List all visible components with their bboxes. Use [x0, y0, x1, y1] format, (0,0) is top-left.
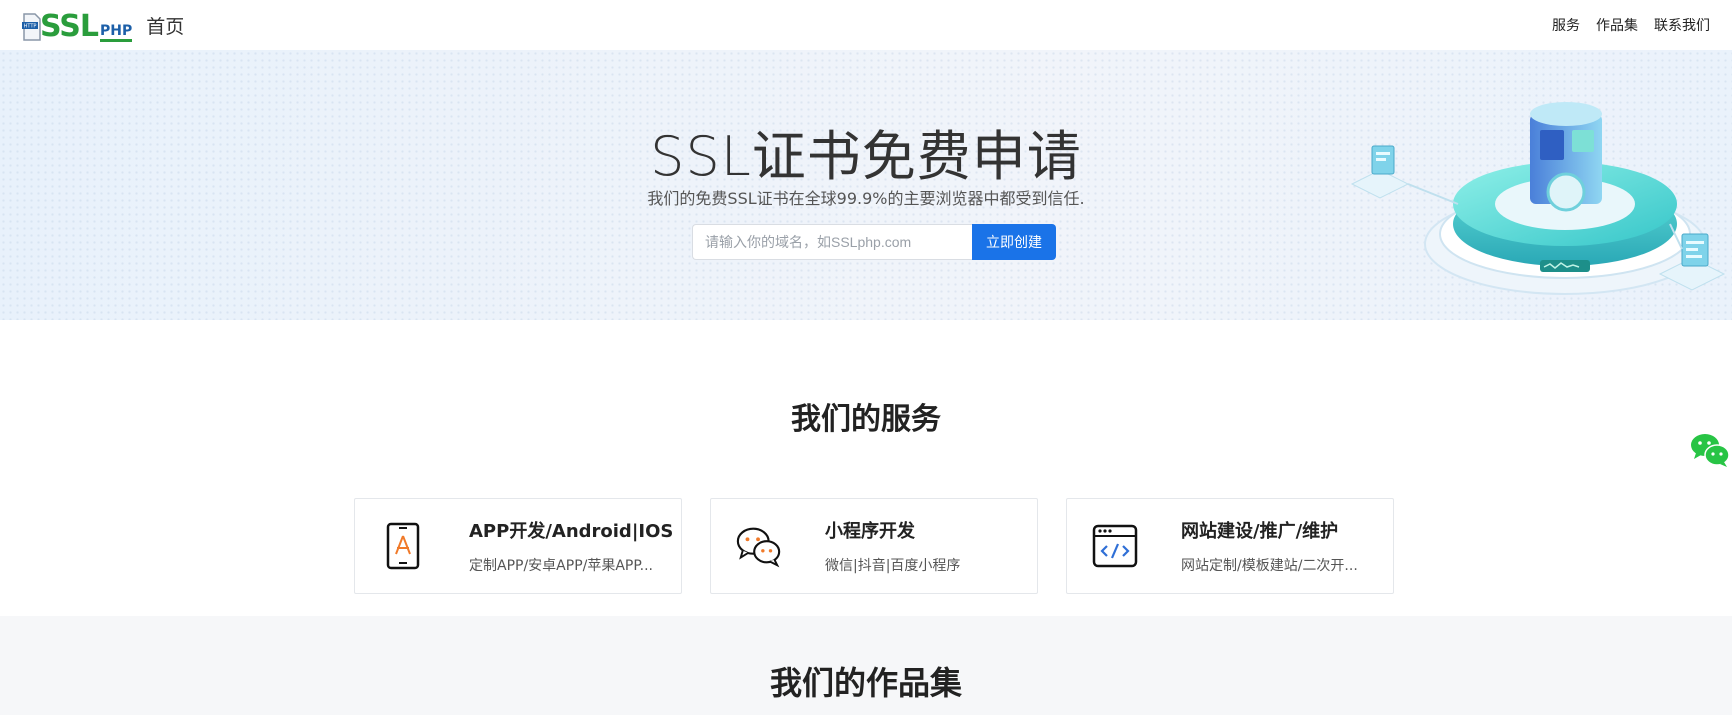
domain-input[interactable] [692, 224, 972, 260]
nav-services[interactable]: 服务 [1552, 15, 1580, 35]
top-header: HTTP SSL PHP 首页 服务 作品集 联系我们 [0, 0, 1732, 50]
nav-contact[interactable]: 联系我们 [1654, 15, 1710, 35]
service-card-app[interactable]: APP开发/Android|IOS 定制APP/安卓APP/苹果APP... [354, 498, 682, 594]
service-card-desc: 定制APP/安卓APP/苹果APP... [469, 558, 653, 574]
domain-form: 立即创建 [692, 224, 1056, 260]
site-logo[interactable]: HTTP SSL PHP [22, 8, 133, 44]
service-card-desc: 网站定制/模板建站/二次开... [1181, 558, 1358, 574]
service-card-title: 网站建设/推广/维护 [1181, 521, 1339, 542]
service-card-website[interactable]: 网站建设/推广/维护 网站定制/模板建站/二次开... [1066, 498, 1394, 594]
document-icon: HTTP [22, 12, 42, 42]
portfolio-title: 我们的作品集 [769, 664, 962, 702]
chat-bubbles-icon [735, 522, 783, 570]
wechat-float-icon[interactable] [1690, 432, 1730, 468]
service-card-title: 小程序开发 [825, 521, 915, 542]
hero-banner: SSL证书免费申请 我们的免费SSL证书在全球99.9%的主要浏览器中都受到信任… [0, 50, 1732, 320]
nav-portfolio[interactable]: 作品集 [1596, 15, 1638, 35]
service-card-miniprogram[interactable]: 小程序开发 微信|抖音|百度小程序 [710, 498, 1038, 594]
svg-text:HTTP: HTTP [24, 24, 37, 30]
server-ring-illustration [1350, 102, 1726, 295]
main-nav: 服务 作品集 联系我们 [1552, 15, 1710, 35]
logo-ssl-text: SSL [40, 9, 99, 44]
browser-code-icon [1091, 522, 1139, 570]
service-cards: APP开发/Android|IOS 定制APP/安卓APP/苹果APP... 小… [354, 498, 1394, 594]
portfolio-section: 我们的作品集 [0, 616, 1732, 715]
nav-home[interactable]: 首页 [146, 12, 184, 39]
brand: HTTP SSL PHP 首页 [22, 8, 184, 42]
phone-app-icon [379, 522, 427, 570]
services-title: 我们的服务 [791, 402, 941, 437]
create-button[interactable]: 立即创建 [972, 224, 1056, 260]
logo-php-text: PHP [99, 23, 133, 42]
service-card-desc: 微信|抖音|百度小程序 [825, 558, 961, 574]
service-card-title: APP开发/Android|IOS [469, 521, 674, 542]
